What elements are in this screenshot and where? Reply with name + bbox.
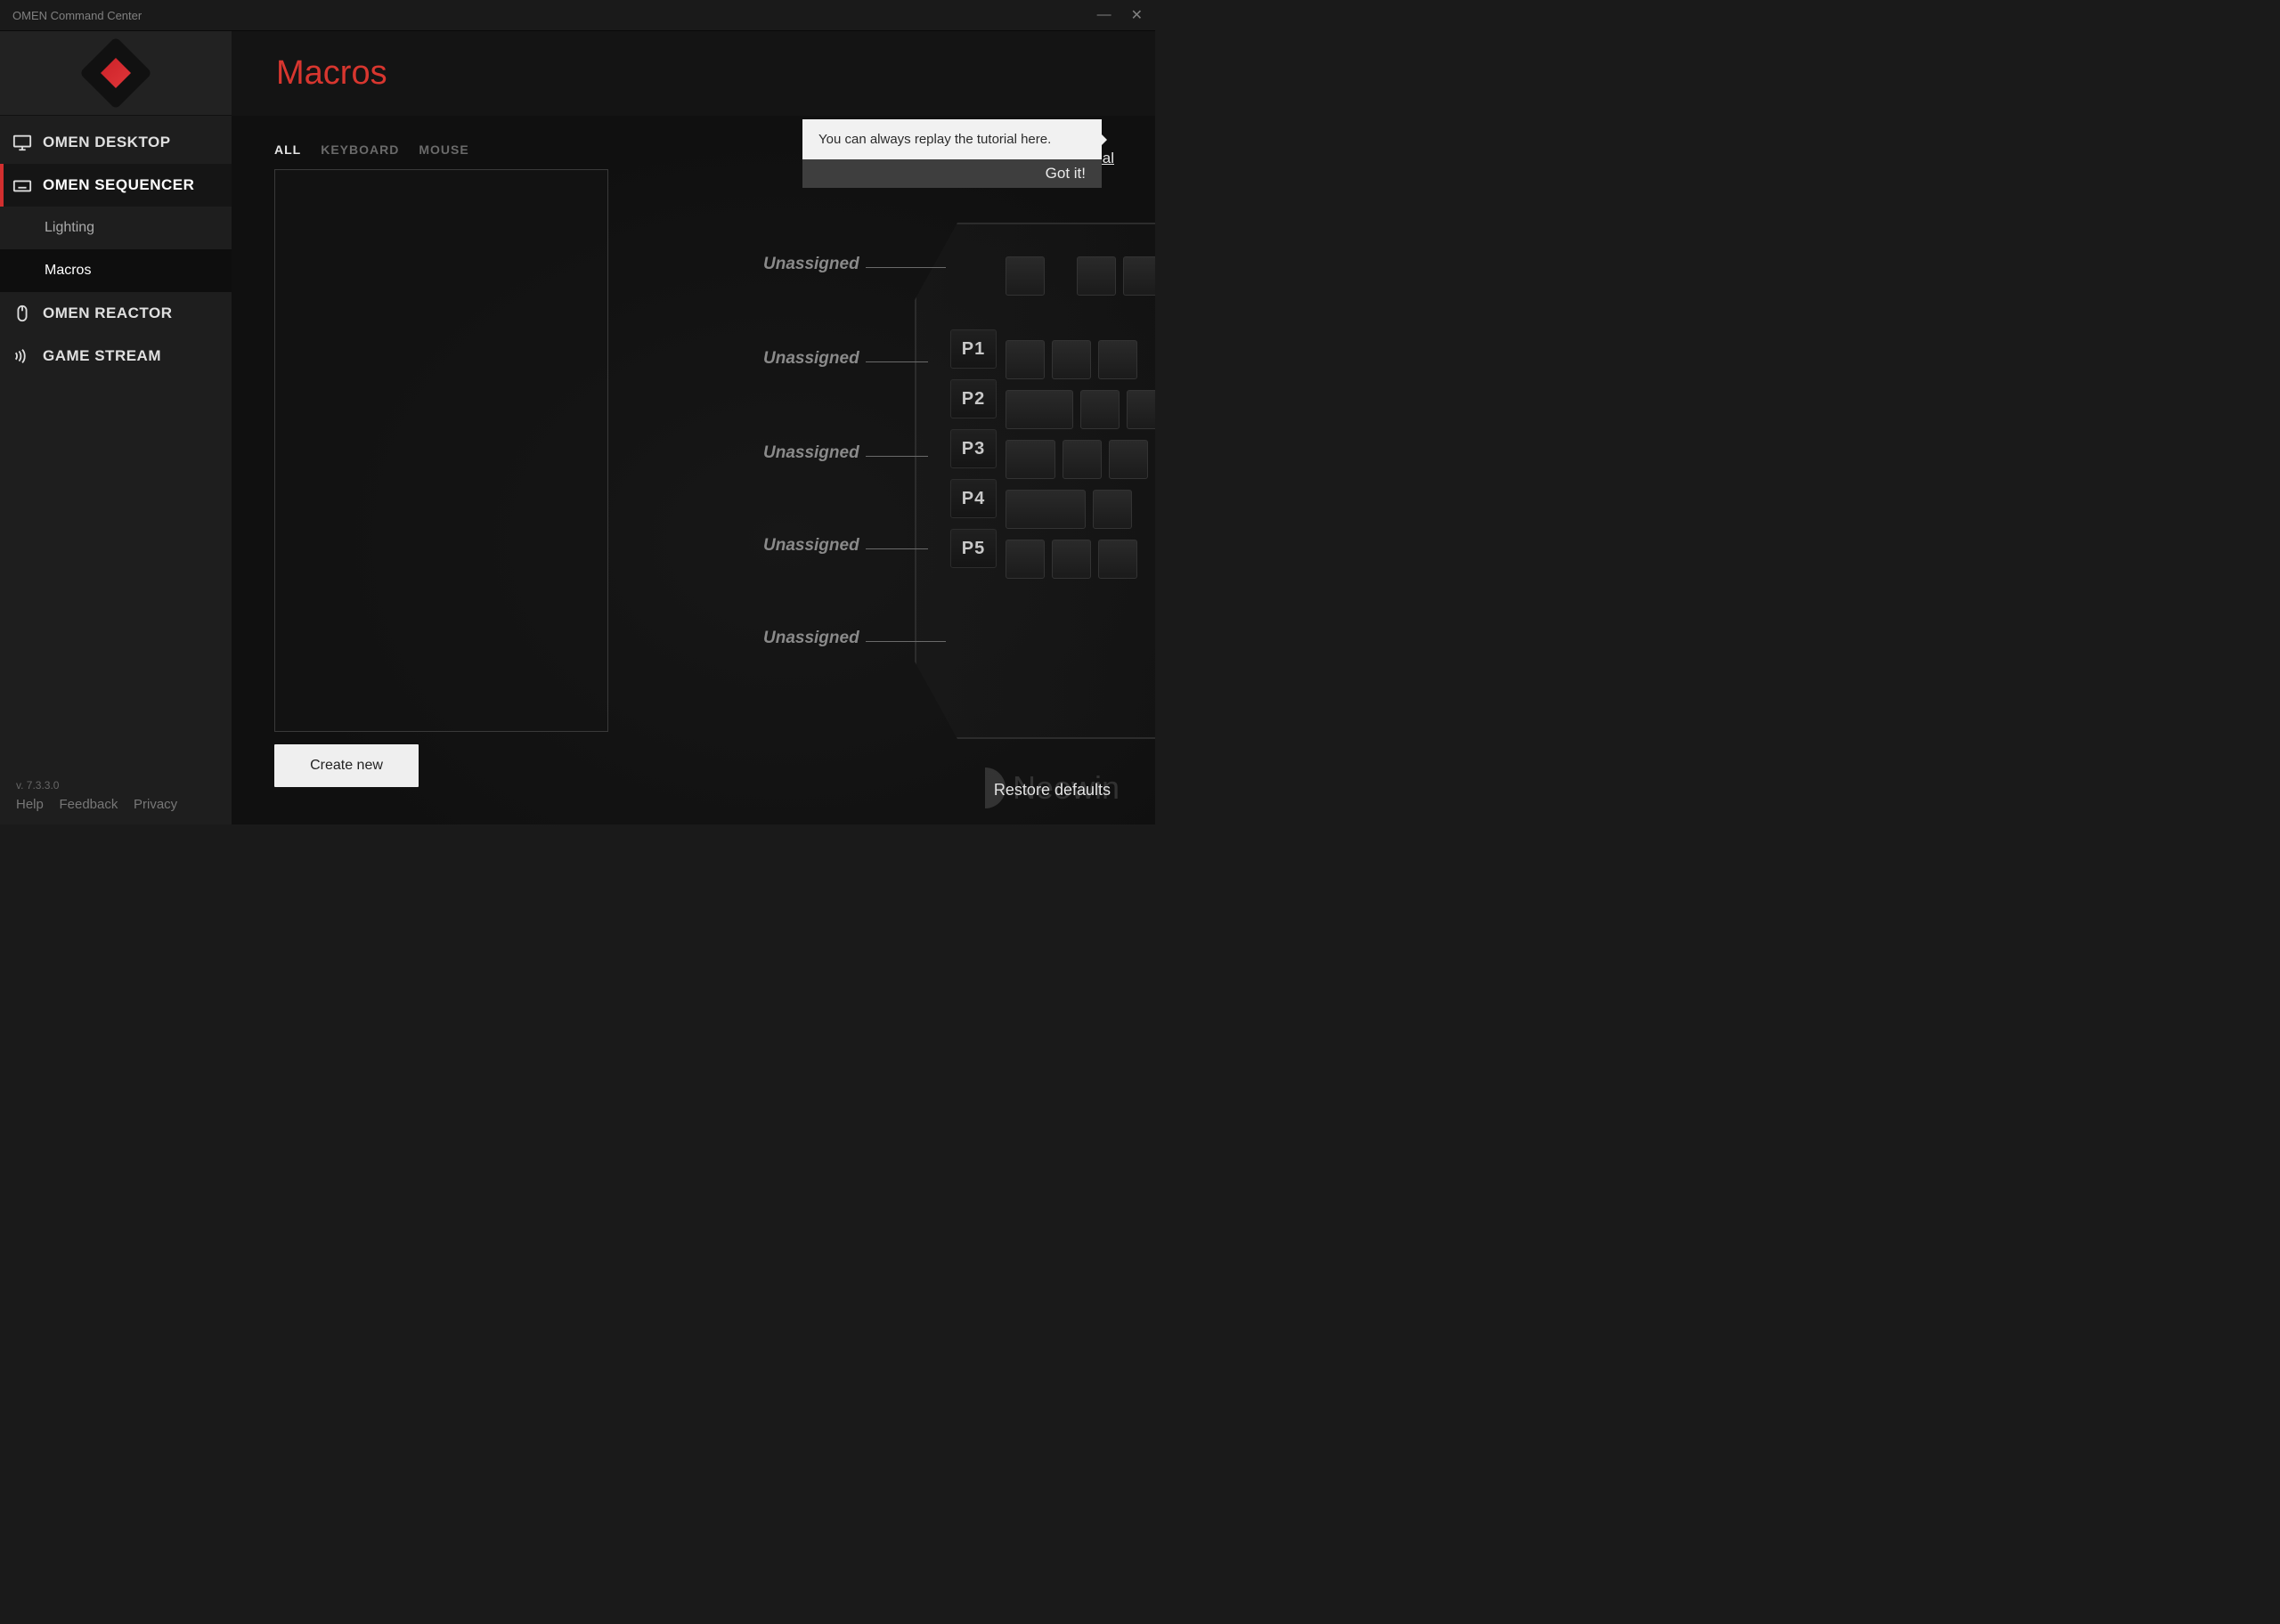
assign-label-3: Unassigned	[763, 443, 859, 463]
filter-tab-mouse[interactable]: MOUSE	[419, 142, 468, 157]
page-title: Macros	[276, 54, 387, 93]
titlebar: OMEN Command Center — ✕	[0, 0, 1155, 31]
footer-link-help[interactable]: Help	[16, 797, 44, 812]
sidebar-footer: v. 7.3.3.0 Help Feedback Privacy	[0, 779, 232, 824]
logo-area	[0, 31, 232, 116]
assign-label-5: Unassigned	[763, 629, 859, 648]
sidebar-item-desktop[interactable]: OMEN DESKTOP	[0, 121, 232, 164]
sidebar-item-sequencer[interactable]: OMEN SEQUENCER	[0, 164, 232, 207]
sidebar-item-label: GAME STREAM	[43, 347, 161, 365]
sidebar-subitem-macros[interactable]: Macros	[0, 249, 232, 292]
mouse-icon	[12, 304, 32, 323]
main-header: Macros	[232, 31, 1155, 116]
sidebar-subitem-label: Lighting	[45, 220, 94, 236]
minimize-button[interactable]: —	[1097, 7, 1112, 23]
pkey-p3: P3	[950, 429, 997, 468]
keyboard-illustration: Unassigned Unassigned Unassigned Unassig…	[692, 223, 1155, 775]
content-area: You can always replay the tutorial here.…	[232, 116, 1155, 824]
pkey-p4: P4	[950, 479, 997, 518]
restore-defaults-button[interactable]: Restore defaults	[994, 781, 1111, 800]
version-label: v. 7.3.3.0	[16, 779, 216, 792]
sidebar-item-gamestream[interactable]: GAME STREAM	[0, 335, 232, 378]
close-button[interactable]: ✕	[1131, 6, 1143, 24]
pkey-p5: P5	[950, 529, 997, 568]
monitor-icon	[12, 133, 32, 152]
sidebar-subitem-label: Macros	[45, 263, 91, 279]
tutorial-tooltip: You can always replay the tutorial here.…	[802, 119, 1102, 188]
sidebar-item-label: OMEN DESKTOP	[43, 134, 171, 151]
assign-label-2: Unassigned	[763, 349, 859, 369]
footer-link-privacy[interactable]: Privacy	[134, 797, 177, 812]
stream-icon	[12, 346, 32, 366]
assign-label-4: Unassigned	[763, 536, 859, 556]
filter-tab-all[interactable]: ALL	[274, 142, 301, 157]
window-title: OMEN Command Center	[12, 9, 142, 22]
filter-tab-keyboard[interactable]: KEYBOARD	[321, 142, 399, 157]
sidebar-item-label: OMEN SEQUENCER	[43, 176, 194, 194]
sidebar-item-label: OMEN REACTOR	[43, 304, 172, 322]
create-new-button[interactable]: Create new	[274, 744, 419, 787]
sidebar-item-reactor[interactable]: OMEN REACTOR	[0, 292, 232, 335]
assign-label-1: Unassigned	[763, 255, 859, 274]
sidebar-subitem-lighting[interactable]: Lighting	[0, 207, 232, 249]
pkey-p2: P2	[950, 379, 997, 418]
main-panel: Macros You can always replay the tutoria…	[232, 31, 1155, 824]
omen-logo-icon	[79, 37, 152, 110]
tooltip-dismiss-button[interactable]: Got it!	[802, 159, 1102, 188]
tooltip-text: You can always replay the tutorial here.	[802, 119, 1102, 159]
macro-list	[274, 169, 608, 732]
keyboard-icon	[12, 175, 32, 195]
sidebar-nav: OMEN DESKTOP OMEN SEQUENCER Lighting Mac…	[0, 116, 232, 378]
window-controls: — ✕	[1097, 6, 1143, 24]
pkey-p1: P1	[950, 329, 997, 369]
sidebar: OMEN DESKTOP OMEN SEQUENCER Lighting Mac…	[0, 31, 232, 824]
footer-link-feedback[interactable]: Feedback	[59, 797, 118, 812]
